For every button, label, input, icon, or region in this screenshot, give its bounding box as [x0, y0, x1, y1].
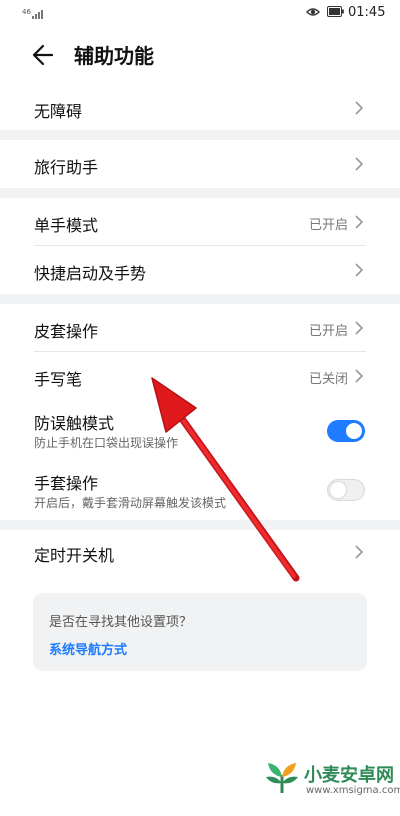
clock: 01:45 [348, 5, 386, 20]
setting-label: 防误触模式 [34, 414, 115, 433]
watermark-url: www.xmsigma.com [306, 785, 400, 796]
suggestion-question: 是否在寻找其他设置项？ [49, 615, 193, 630]
accidental-touch-toggle[interactable] [327, 420, 365, 442]
chevron-right-icon [355, 263, 364, 277]
chevron-right-icon [355, 101, 364, 115]
suggestion-card: 是否在寻找其他设置项？ 系统导航方式 [33, 593, 367, 671]
setting-cover-operation[interactable]: 皮套操作 已开启 [0, 304, 400, 352]
section-separator [0, 188, 400, 198]
signal-icon: 46 [22, 8, 43, 19]
eye-comfort-icon [306, 8, 320, 16]
setting-shortcuts-gestures[interactable]: 快捷启动及手势 [0, 246, 400, 294]
setting-accessibility[interactable]: 无障碍 [0, 86, 400, 130]
watermark: 小麦安卓网 www.xmsigma.com [262, 755, 400, 805]
section-separator [0, 130, 400, 140]
setting-label: 手写笔 [34, 370, 83, 389]
setting-label: 单手模式 [34, 216, 99, 235]
chevron-right-icon [355, 215, 364, 229]
setting-label: 手套操作 [34, 474, 99, 493]
toggle-knob [346, 423, 362, 439]
page-title: 辅助功能 [74, 44, 154, 68]
chevron-right-icon [355, 321, 364, 335]
annotation-arrow [151, 377, 300, 582]
chevron-right-icon [355, 157, 364, 171]
setting-status: 已开启 [308, 324, 348, 339]
setting-label: 皮套操作 [34, 322, 99, 341]
system-navigation-link[interactable]: 系统导航方式 [49, 639, 127, 658]
svg-text:46: 46 [22, 8, 31, 16]
section-separator [0, 294, 400, 304]
app-header: 辅助功能 [0, 26, 400, 86]
glove-operation-toggle[interactable] [327, 479, 365, 501]
chevron-right-icon [355, 369, 364, 383]
setting-status: 已关闭 [308, 372, 348, 387]
setting-label: 定时开关机 [34, 546, 115, 565]
back-arrow-icon[interactable] [30, 42, 56, 68]
toggle-knob [330, 482, 346, 498]
setting-label: 旅行助手 [34, 158, 99, 177]
plant-logo-icon [266, 763, 298, 793]
setting-label: 无障碍 [34, 102, 83, 121]
chevron-right-icon [355, 545, 364, 559]
setting-status: 已开启 [308, 218, 348, 233]
setting-one-hand-mode[interactable]: 单手模式 已开启 [0, 198, 400, 246]
setting-label: 快捷启动及手势 [34, 264, 147, 283]
setting-travel-assistant[interactable]: 旅行助手 [0, 140, 400, 188]
watermark-name: 小麦安卓网 [304, 765, 394, 786]
status-bar: 46 01:45 [0, 0, 400, 26]
battery-icon [327, 6, 344, 17]
